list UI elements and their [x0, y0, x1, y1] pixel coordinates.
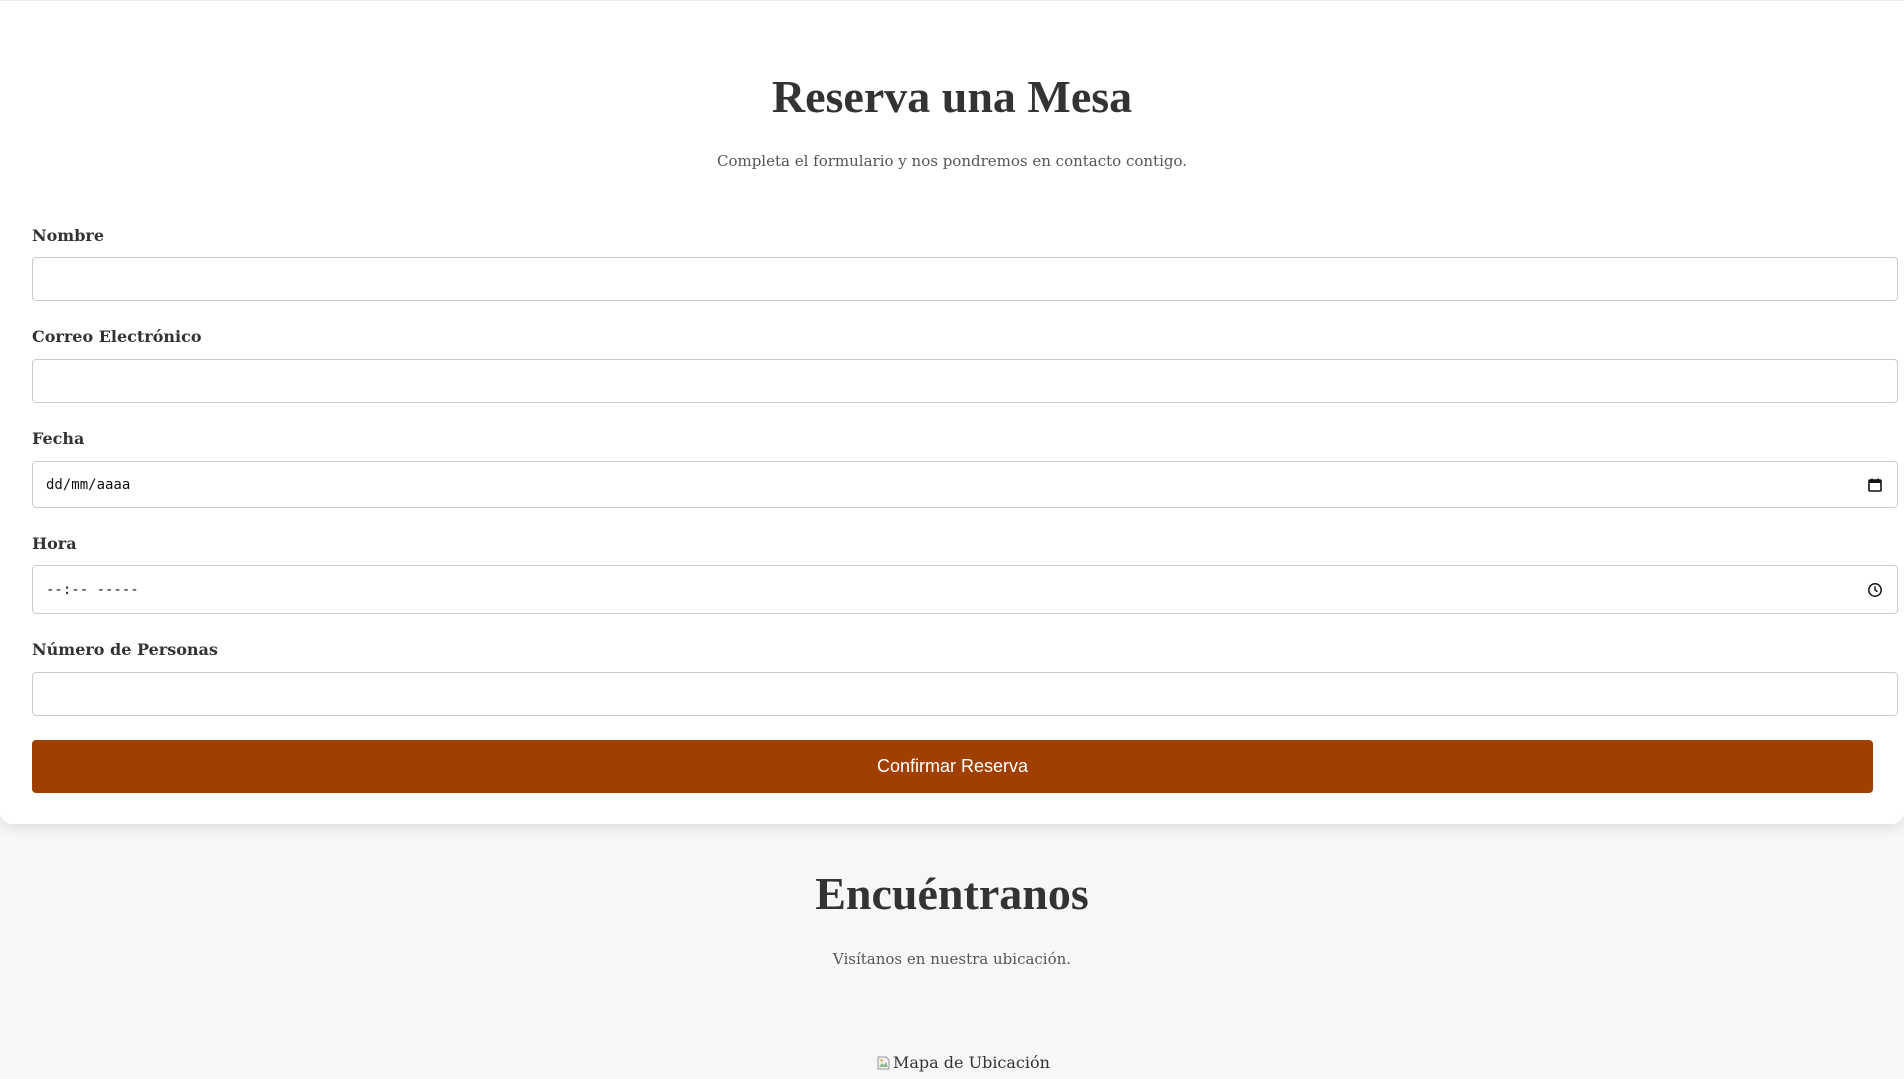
email-label: Correo Electrónico	[32, 327, 202, 346]
email-input[interactable]	[32, 359, 1898, 403]
reservation-form-card: Reserva una Mesa Completa el formulario …	[0, 0, 1904, 824]
location-map-image: Mapa de Ubicación	[876, 1053, 1050, 1072]
location-title: Encuéntranos	[815, 868, 1089, 919]
reservation-subtitle: Completa el formulario y nos pondremos e…	[716, 152, 1188, 170]
guests-label: Número de Personas	[32, 640, 218, 659]
location-subtitle: Visítanos en nuestra ubicación.	[832, 950, 1072, 968]
date-placeholder: dd/mm/aaaa	[46, 476, 131, 493]
map-alt-text: Mapa de Ubicación	[893, 1053, 1050, 1072]
broken-image-icon	[877, 1056, 890, 1069]
confirm-reservation-button[interactable]: Confirmar Reserva	[32, 740, 1873, 793]
reservation-title: Reserva una Mesa	[771, 71, 1133, 122]
time-label: Hora	[32, 534, 77, 553]
guests-input[interactable]	[32, 672, 1898, 716]
date-input[interactable]: dd/mm/aaaa	[32, 461, 1898, 508]
time-input[interactable]: --:-- -----	[32, 565, 1898, 614]
calendar-icon[interactable]	[1867, 477, 1883, 493]
date-label: Fecha	[32, 429, 85, 448]
name-input[interactable]	[32, 257, 1898, 301]
clock-icon[interactable]	[1867, 582, 1883, 598]
time-placeholder: --:-- -----	[46, 581, 139, 598]
name-label: Nombre	[32, 226, 105, 245]
